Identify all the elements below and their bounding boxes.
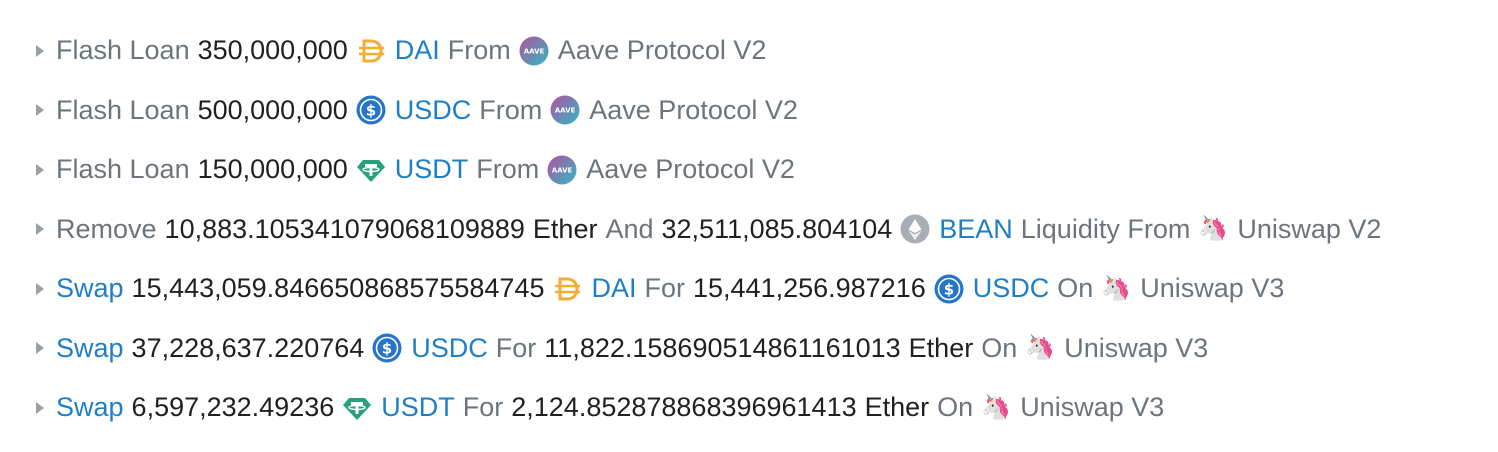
expand-caret-icon[interactable] [36, 401, 44, 414]
transaction-actions-list: Flash Loan 350,000,000 DAI From Aave Pro… [34, 21, 1381, 438]
dai-icon [552, 274, 582, 304]
token-link-usdc[interactable]: USDC [973, 273, 1050, 304]
action-label: Flash Loan [56, 35, 190, 66]
token-ether: Ether [532, 213, 598, 244]
connector-text: From [479, 94, 543, 125]
connector-text: For [495, 332, 537, 363]
action-row-swap-usdc-ether: Swap 37,228,637.220764 USDC For 11,822.1… [34, 319, 1381, 379]
protocol-name: Aave Protocol V2 [557, 35, 767, 66]
amount-bean: 32,511,085.804104 [661, 213, 893, 244]
action-row-swap-dai-usdc: Swap 15,443,059.846650868575584745 DAI F… [34, 259, 1381, 319]
aave-icon [519, 36, 549, 66]
expand-caret-icon[interactable] [36, 44, 44, 57]
protocol-name: Uniswap V2 [1237, 213, 1382, 244]
amount: 500,000,000 [197, 94, 348, 125]
unicorn-icon: 🦄 [1198, 215, 1229, 243]
connector-text: On [981, 332, 1018, 363]
dai-icon [356, 36, 386, 66]
amount-out: 15,441,256.987216 [693, 273, 926, 304]
amount-out: 11,822.158690514861161013 [544, 332, 901, 363]
swap-link[interactable]: Swap [56, 333, 124, 364]
connector-text: Liquidity From [1020, 213, 1191, 244]
amount: 350,000,000 [197, 35, 348, 66]
action-row-remove-liquidity: Remove 10,883.105341079068109889 Ether A… [34, 200, 1381, 260]
token-link-bean[interactable]: BEAN [939, 214, 1013, 245]
connector-text: On [1057, 273, 1094, 304]
unicorn-icon: 🦄 [1025, 334, 1056, 362]
amount-in: 15,443,059.846650868575584745 [131, 273, 545, 304]
token-link-usdc[interactable]: USDC [395, 95, 472, 126]
action-row-flash-loan-dai: Flash Loan 350,000,000 DAI From Aave Pro… [34, 21, 1381, 81]
amount-out: 2,124.852878868396961413 [511, 392, 857, 423]
action-label: Remove [56, 213, 157, 244]
aave-icon [550, 95, 580, 125]
expand-caret-icon[interactable] [36, 282, 44, 295]
protocol-name: Uniswap V3 [1064, 332, 1209, 363]
usdt-icon [356, 155, 386, 185]
amount: 150,000,000 [197, 154, 348, 185]
unicorn-icon: 🦄 [981, 393, 1012, 421]
swap-link[interactable]: Swap [56, 273, 124, 304]
action-label: Flash Loan [56, 94, 190, 125]
usdc-icon [356, 95, 386, 125]
swap-link[interactable]: Swap [56, 392, 124, 423]
token-ether: Ether [908, 332, 974, 363]
action-label: Flash Loan [56, 154, 190, 185]
action-row-swap-usdt-ether: Swap 6,597,232.49236 USDT For 2,124.8528… [34, 378, 1381, 438]
action-row-flash-loan-usdt: Flash Loan 150,000,000 USDT From Aave Pr… [34, 140, 1381, 200]
usdc-icon [934, 274, 964, 304]
connector-text: From [476, 154, 540, 185]
ether-icon [900, 214, 930, 244]
protocol-name: Aave Protocol V2 [589, 94, 798, 125]
expand-caret-icon[interactable] [36, 163, 44, 176]
connector-text: For [462, 392, 504, 423]
usdc-icon [372, 333, 402, 363]
token-link-usdc[interactable]: USDC [411, 333, 488, 364]
action-row-flash-loan-usdc: Flash Loan 500,000,000 USDC From Aave Pr… [34, 81, 1381, 141]
amount-ether: 10,883.105341079068109889 [164, 213, 525, 244]
token-link-dai[interactable]: DAI [591, 273, 636, 304]
amount-in: 6,597,232.49236 [131, 392, 335, 423]
expand-caret-icon[interactable] [36, 104, 44, 117]
connector-text: For [644, 273, 686, 304]
amount-in: 37,228,637.220764 [131, 332, 365, 363]
connector-text: From [447, 35, 511, 66]
aave-icon [547, 155, 577, 185]
protocol-name: Aave Protocol V2 [586, 154, 795, 185]
unicorn-icon: 🦄 [1101, 274, 1132, 302]
connector-text: And [605, 213, 654, 244]
token-link-usdt[interactable]: USDT [395, 154, 469, 185]
connector-text: On [937, 392, 974, 423]
expand-caret-icon[interactable] [36, 223, 44, 236]
protocol-name: Uniswap V3 [1140, 273, 1285, 304]
usdt-icon [342, 393, 372, 423]
token-link-dai[interactable]: DAI [395, 35, 440, 66]
token-ether: Ether [864, 392, 930, 423]
protocol-name: Uniswap V3 [1020, 392, 1165, 423]
expand-caret-icon[interactable] [36, 342, 44, 355]
token-link-usdt[interactable]: USDT [381, 392, 455, 423]
